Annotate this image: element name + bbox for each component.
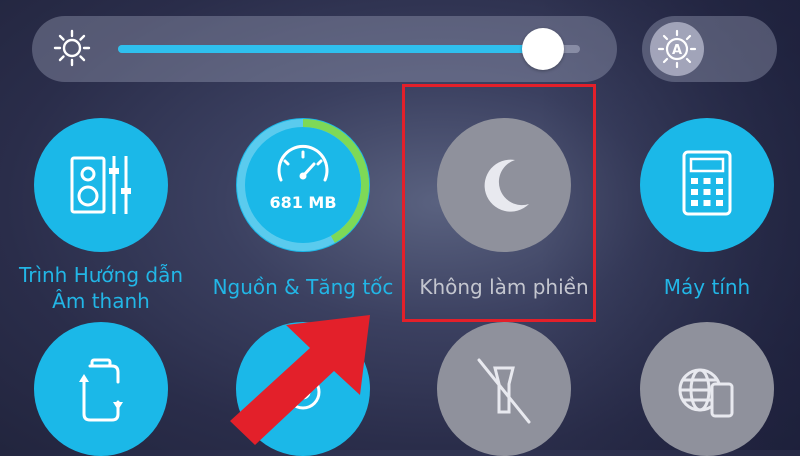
power-boost-button[interactable]: 681 MB <box>236 118 370 252</box>
memory-text: 681 MB <box>269 193 336 212</box>
brightness-slider[interactable] <box>118 28 580 70</box>
auto-brightness-button[interactable]: A <box>650 22 704 76</box>
speaker-equalizer-icon <box>70 156 131 214</box>
highlight-box <box>402 84 596 322</box>
boost-graphic: 681 MB <box>237 119 369 251</box>
calculator-button[interactable] <box>640 118 774 252</box>
globe-phone-icon <box>678 368 734 418</box>
calculator-icon <box>682 150 732 216</box>
brightness-slider-fill <box>118 45 544 53</box>
auto-brightness-pill: A <box>642 16 777 82</box>
web-button[interactable] <box>640 322 774 456</box>
brightness-sun-icon <box>52 28 92 68</box>
sound-guide-label-line2: Âm thanh <box>52 289 150 313</box>
auto-rotate-icon <box>79 358 123 422</box>
calculator-label: Máy tính <box>663 275 751 299</box>
svg-text:A: A <box>672 43 682 58</box>
auto-brightness-icon: A <box>657 29 697 69</box>
flashlight-button[interactable] <box>437 322 571 456</box>
auto-rotate-button[interactable] <box>34 322 168 456</box>
brightness-slider-thumb[interactable] <box>522 28 565 70</box>
sound-guide-button[interactable] <box>34 118 168 252</box>
flashlight-off-icon <box>477 358 531 424</box>
sound-guide-label: Trình Hướng dẫn Âm thanh <box>0 262 211 314</box>
sound-guide-label-line1: Trình Hướng dẫn <box>18 263 184 287</box>
pointer-arrow <box>210 295 390 450</box>
memory-ring-fill <box>302 119 369 243</box>
